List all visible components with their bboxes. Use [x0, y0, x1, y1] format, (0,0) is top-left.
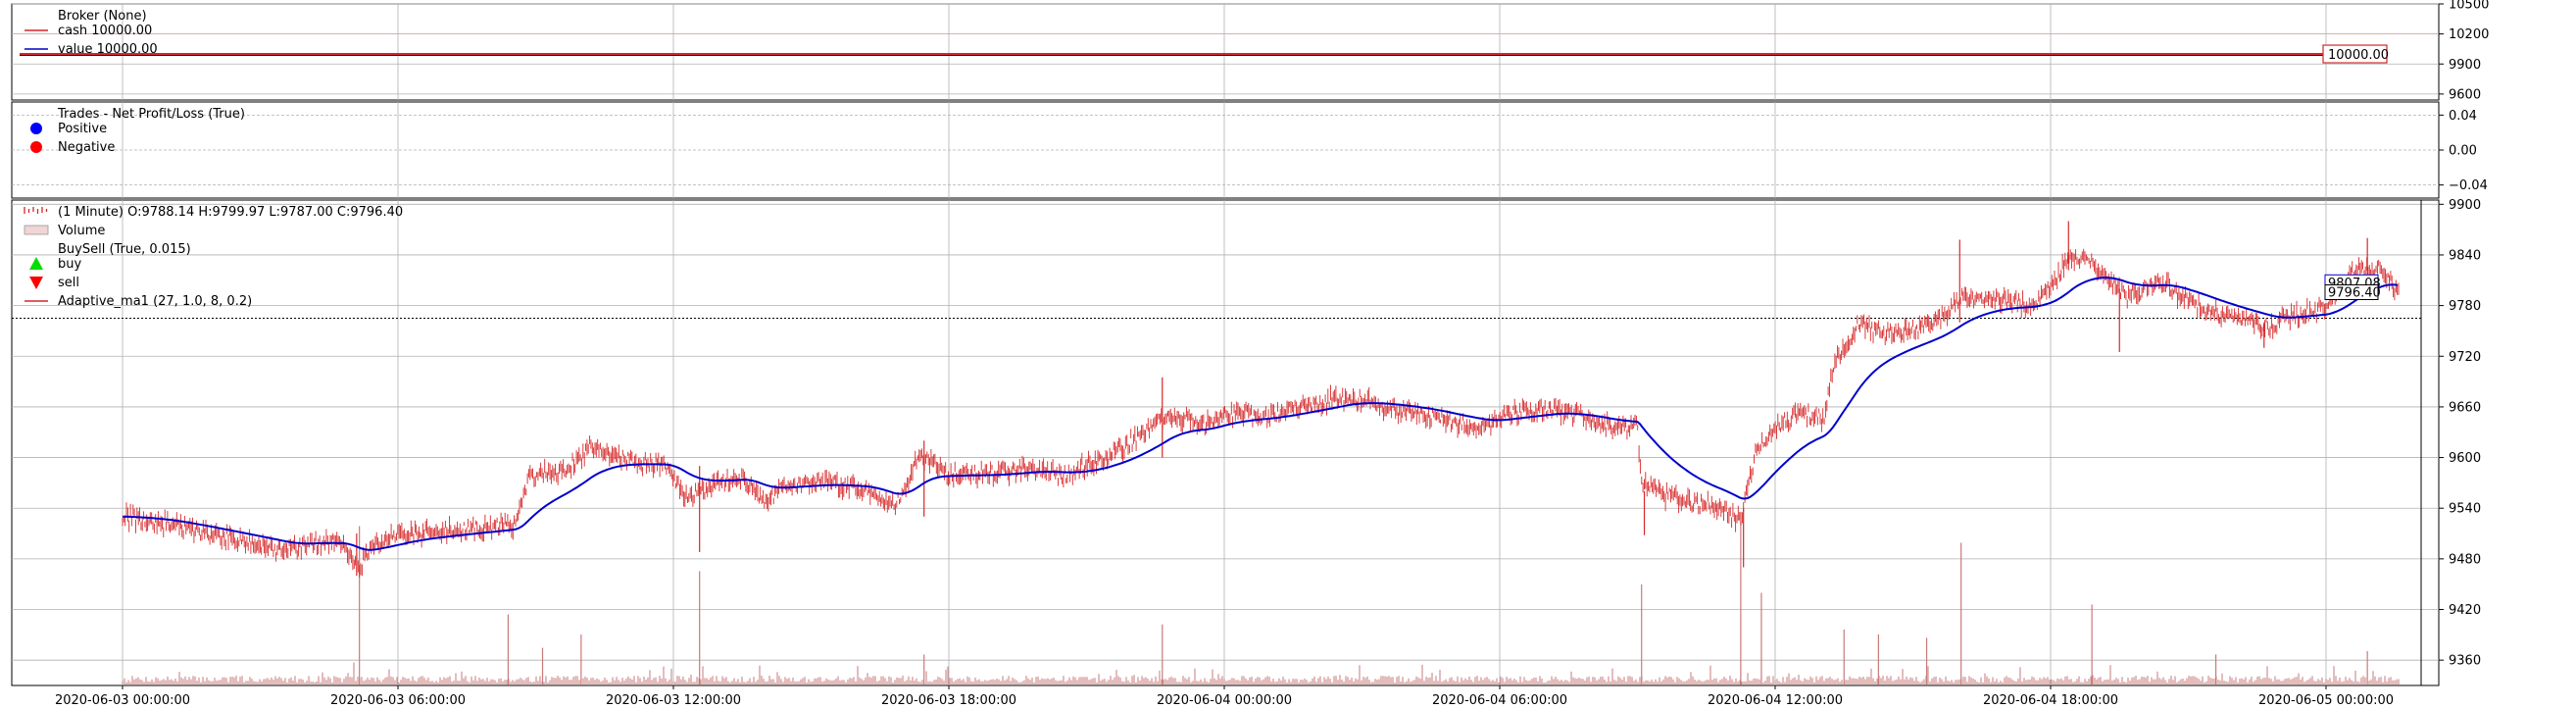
x-tick-label: 2020-06-04 00:00:00 — [1157, 693, 1292, 705]
x-tick-label: 2020-06-04 06:00:00 — [1432, 693, 1567, 705]
y-tick-label: 10200 — [2449, 27, 2489, 42]
legend-volume-marker — [24, 225, 49, 235]
legend-dot-marker — [30, 141, 42, 153]
legend-dot-marker — [30, 123, 42, 134]
x-tick-label: 2020-06-03 06:00:00 — [330, 693, 466, 705]
legend-label: Negative — [58, 140, 115, 155]
legend-label: Adaptive_ma1 (27, 1.0, 8, 0.2) — [58, 294, 252, 309]
y-tick-label: 9360 — [2449, 654, 2481, 669]
y-tick-label: 9900 — [2449, 58, 2481, 73]
legend-label: Positive — [58, 122, 107, 136]
x-tick-label: 2020-06-05 00:00:00 — [2258, 693, 2394, 705]
y-tick-label: 9720 — [2449, 350, 2481, 365]
legend-label: cash 10000.00 — [58, 24, 152, 38]
y-tick-label: 9600 — [2449, 87, 2481, 102]
legend-label: Volume — [58, 224, 105, 238]
y-tick-label: 9660 — [2449, 400, 2481, 415]
legend-label: value 10000.00 — [58, 42, 158, 57]
x-tick-label: 2020-06-03 12:00:00 — [606, 693, 741, 705]
legend-label: (1 Minute) O:9788.14 H:9799.97 L:9787.00… — [58, 205, 403, 220]
panel-price: 9900 9840 9780 9720 9660 9600 9540 9480 9420 9360… — [11, 198, 2481, 708]
panel-broker: 10500 10200 9900 9600 10000.00 Broker (None)c… — [11, 0, 2489, 102]
legend-label: BuySell (True, 0.015) — [58, 242, 191, 257]
y-tick-label: 9420 — [2449, 603, 2481, 618]
x-tick-label: 2020-06-04 12:00:00 — [1708, 693, 1843, 705]
y-tick-label: 9480 — [2449, 552, 2481, 567]
panel-frame — [11, 199, 2440, 686]
legend-label: sell — [58, 276, 79, 290]
legend-label: buy — [58, 257, 81, 272]
panel-trades: 0.04 0.00 −0.04 Trades - Net Profit/Loss (T… — [11, 101, 2488, 199]
legend-label: Broker (None) — [58, 9, 147, 24]
y-tick-label: 0.04 — [2449, 109, 2477, 124]
x-tick-label: 2020-06-03 18:00:00 — [881, 693, 1016, 705]
chart-svg: 10500 10200 9900 9600 10000.00 Broker (None)c… — [11, 0, 2489, 708]
x-tick-label: 2020-06-04 18:00:00 — [1983, 693, 2118, 705]
y-tick-label: 10500 — [2449, 0, 2489, 13]
backtrader-chart: 10500 10200 9900 9600 10000.00 Broker (None) c… — [0, 0, 2576, 708]
y-tick-label: 9900 — [2449, 198, 2481, 213]
broker-last-value-label: 10000.00 — [2328, 48, 2389, 63]
close-last-value-label: 9796.40 — [2328, 285, 2381, 300]
x-tick-label: 2020-06-03 00:00:00 — [55, 693, 190, 705]
y-tick-label: 9600 — [2449, 451, 2481, 466]
y-tick-label: 9840 — [2449, 248, 2481, 263]
y-tick-label: 9780 — [2449, 299, 2481, 314]
y-tick-label: −0.04 — [2449, 178, 2488, 193]
y-tick-label: 0.00 — [2449, 144, 2477, 159]
panel-frame — [11, 3, 2440, 101]
y-tick-label: 9540 — [2449, 502, 2481, 517]
legend-label: Trades - Net Profit/Loss (True) — [57, 107, 245, 122]
